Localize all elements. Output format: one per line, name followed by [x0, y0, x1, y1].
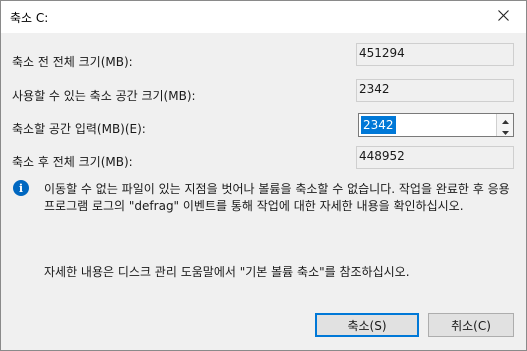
shrink-amount-input[interactable]: 2342 — [361, 116, 396, 134]
window-title: 축소 C: — [10, 11, 49, 25]
stepper-down-button[interactable] — [497, 125, 513, 136]
stepper-buttons — [496, 114, 513, 136]
shrink-amount-stepper[interactable]: 2342 — [358, 113, 514, 137]
close-icon — [497, 10, 509, 24]
help-message: 자세한 내용은 디스크 관리 도움말에서 "기본 볼륨 축소"를 참조하십시오. — [44, 265, 410, 279]
cancel-button[interactable]: 취소(C) — [428, 313, 514, 337]
available-label: 사용할 수 있는 축소 공간 크기(MB): — [12, 89, 196, 103]
triangle-down-icon — [501, 124, 509, 138]
close-button[interactable] — [480, 1, 526, 33]
shrink-amount-label: 축소할 공간 입력(MB)(E): — [12, 122, 146, 136]
title-bar: 축소 C: — [1, 1, 526, 33]
total-after-label: 축소 후 전체 크기(MB): — [12, 155, 133, 169]
total-after-value: 448952 — [356, 146, 514, 169]
info-icon: i — [13, 180, 29, 196]
available-value: 2342 — [356, 79, 514, 102]
info-message: 이동할 수 없는 파일이 있는 지점을 벗어나 볼륨을 축소할 수 없습니다. … — [44, 182, 510, 213]
total-before-label: 축소 전 전체 크기(MB): — [12, 55, 133, 69]
total-before-value: 451294 — [356, 43, 514, 66]
shrink-button[interactable]: 축소(S) — [315, 313, 419, 337]
shrink-dialog: 축소 C: 축소 전 전체 크기(MB): 451294 사용할 수 있는 축소… — [0, 0, 527, 351]
